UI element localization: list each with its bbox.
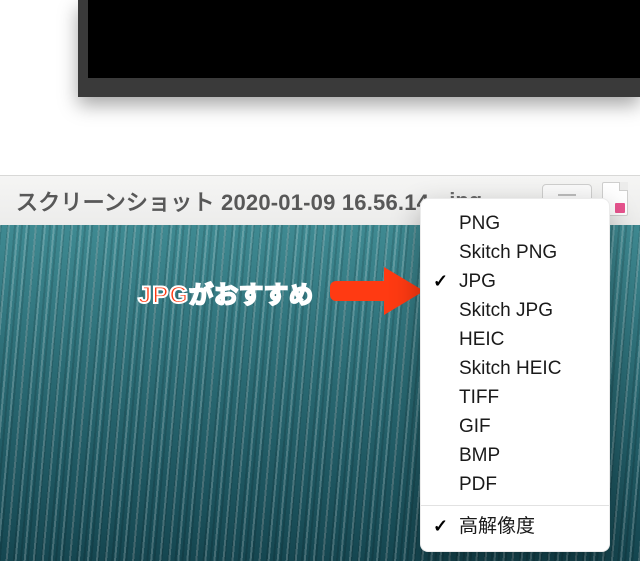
format-option-skitch-heic[interactable]: Skitch HEIC	[421, 354, 609, 383]
preview-content	[88, 0, 640, 78]
format-dropdown: PNG Skitch PNG JPG Skitch JPG HEIC Skitc…	[420, 198, 610, 552]
format-option-pdf[interactable]: PDF	[421, 470, 609, 499]
format-option-heic[interactable]: HEIC	[421, 325, 609, 354]
format-option-png[interactable]: PNG	[421, 209, 609, 238]
document-badge	[615, 203, 625, 213]
format-option-jpg[interactable]: JPG	[421, 267, 609, 296]
resolution-option[interactable]: 高解像度	[421, 512, 609, 541]
format-option-skitch-jpg[interactable]: Skitch JPG	[421, 296, 609, 325]
format-option-bmp[interactable]: BMP	[421, 441, 609, 470]
preview-frame	[78, 0, 640, 97]
format-option-skitch-png[interactable]: Skitch PNG	[421, 238, 609, 267]
filename-text[interactable]: スクリーンショット 2020-01-09 16.56.14	[0, 185, 429, 217]
annotation-arrow	[330, 267, 426, 315]
annotation-text: JPGがおすすめ	[138, 275, 314, 310]
menu-separator	[421, 505, 609, 506]
format-option-tiff[interactable]: TIFF	[421, 383, 609, 412]
format-option-gif[interactable]: GIF	[421, 412, 609, 441]
